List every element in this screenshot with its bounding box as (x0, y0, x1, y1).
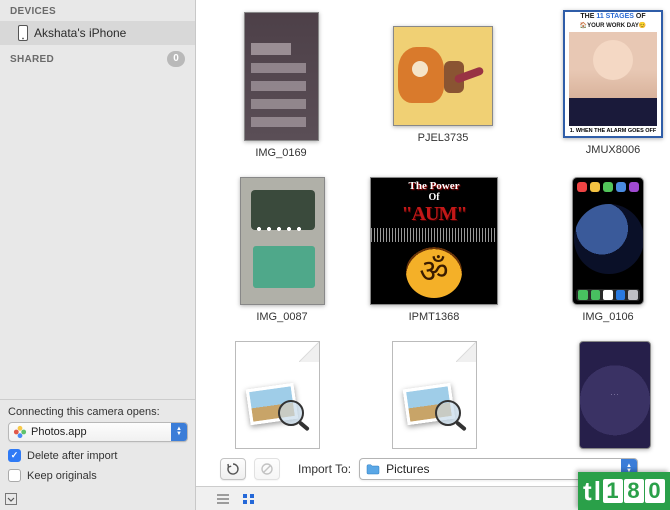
updown-arrows-icon: ▲▼ (171, 423, 187, 441)
thumb-cell[interactable]: PJEL3735 (386, 26, 500, 159)
delete-after-import-label: Delete after import (27, 450, 117, 462)
sidebar-shared-row[interactable]: SHARED 0 (0, 45, 195, 71)
thumbnail-image[interactable]: THE 11 STAGES OF 🏠YOUR WORK DAY😊 1. WHEN… (563, 10, 663, 138)
sidebar-spacer (0, 71, 195, 399)
thumbnail-grid[interactable]: IMG_0169 PJEL3735 THE 11 STAGES OF 🏠YOUR… (196, 0, 670, 456)
thumbnail-label: IMG_0106 (582, 311, 633, 323)
camera-opens-popup[interactable]: Photos.app ▲▼ (8, 422, 188, 442)
thumbnail-image[interactable] (572, 177, 644, 305)
keep-originals-row[interactable]: Keep originals (8, 469, 187, 482)
keep-originals-checkbox[interactable] (8, 469, 21, 482)
sidebar: DEVICES Akshata's iPhone SHARED 0 Connec… (0, 0, 196, 510)
thumb-cell[interactable]: · · · (559, 341, 670, 449)
keep-originals-label: Keep originals (27, 470, 97, 482)
delete-after-import-row[interactable]: Delete after import (8, 449, 187, 462)
sidebar-devices-header: DEVICES (0, 0, 195, 21)
no-entry-icon (260, 462, 274, 476)
thumbnail-label: IMG_0169 (255, 147, 306, 159)
sidebar-bottom-panel: Connecting this camera opens: Photos.app… (0, 399, 195, 510)
disclosure-button[interactable] (4, 492, 18, 506)
folder-icon (366, 463, 380, 475)
thumb-cell[interactable]: IMG_0169 (224, 12, 338, 159)
list-view-button[interactable] (214, 491, 232, 507)
list-icon (216, 493, 230, 505)
thumb-cell[interactable] (379, 341, 490, 449)
rotate-ccw-icon (226, 462, 240, 476)
thumbnail-label: IMG_0087 (256, 311, 307, 323)
thumb-cell[interactable] (222, 341, 333, 449)
thumb-cell[interactable]: The Power Of "AUM" IPMT1368 (374, 177, 494, 323)
shared-count-badge: 0 (167, 51, 185, 67)
thumbnail-placeholder[interactable] (235, 341, 320, 449)
thumbnail-placeholder[interactable] (392, 341, 477, 449)
photos-app-icon (13, 425, 27, 439)
thumb-cell[interactable]: IMG_0106 (548, 177, 668, 323)
thumbnail-label: IPMT1368 (409, 311, 460, 323)
watermark-logo: tl180 (578, 472, 670, 510)
grid-view-button[interactable] (240, 491, 258, 507)
delete-button[interactable] (254, 458, 280, 480)
sidebar-device-label: Akshata's iPhone (34, 26, 126, 40)
rotate-button[interactable] (220, 458, 246, 480)
thumbnail-image[interactable] (240, 177, 325, 305)
main-content: IMG_0169 PJEL3735 THE 11 STAGES OF 🏠YOUR… (196, 0, 670, 510)
sidebar-shared-header: SHARED (10, 54, 54, 65)
iphone-icon (18, 25, 28, 41)
sidebar-device-item[interactable]: Akshata's iPhone (0, 21, 195, 45)
thumbnail-label: PJEL3735 (418, 132, 469, 144)
thumbnail-image[interactable]: The Power Of "AUM" (370, 177, 498, 305)
import-to-label: Import To: (298, 462, 351, 476)
grid-icon (242, 493, 256, 505)
camera-opens-label: Connecting this camera opens: (8, 406, 187, 418)
thumbnail-image[interactable] (393, 26, 493, 126)
thumbnail-label: JMUX8006 (586, 144, 640, 156)
thumb-cell[interactable]: THE 11 STAGES OF 🏠YOUR WORK DAY😊 1. WHEN… (556, 10, 670, 159)
camera-opens-value: Photos.app (31, 426, 171, 438)
thumbnail-image[interactable]: · · · (579, 341, 651, 449)
thumbnail-image[interactable] (244, 12, 319, 141)
delete-after-import-checkbox[interactable] (8, 449, 21, 462)
thumb-cell[interactable]: IMG_0087 (222, 177, 342, 323)
